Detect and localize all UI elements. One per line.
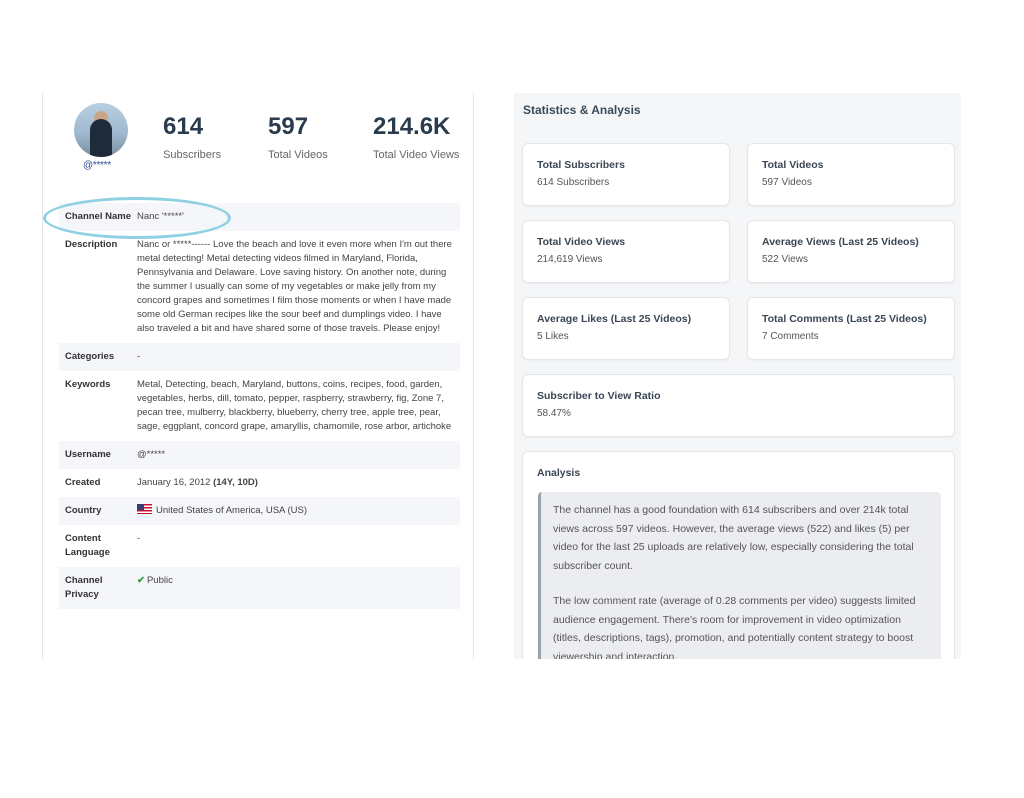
card-title: Total Videos — [762, 159, 824, 171]
card-value: 597 Videos — [762, 177, 812, 188]
card-average-views: Average Views (Last 25 Videos) 522 Views — [747, 220, 955, 283]
stat-videos: 597 Total Videos — [268, 113, 328, 161]
created-age: (14Y, 10D) — [213, 477, 258, 488]
check-icon: ✔ — [137, 575, 145, 586]
row-key: Keywords — [65, 379, 111, 390]
card-title: Average Likes (Last 25 Videos) — [537, 313, 692, 325]
channel-handle[interactable]: @***** — [83, 160, 111, 171]
row-key: Country — [65, 505, 102, 516]
profile-header: @***** 614 Subscribers 597 Total Videos … — [43, 93, 473, 203]
stat-subscribers: 614 Subscribers — [163, 113, 221, 161]
avatar[interactable] — [74, 103, 128, 157]
stat-views-label: Total Video Views — [373, 149, 460, 161]
row-value: - — [137, 533, 141, 544]
card-value: 58.47% — [537, 408, 571, 419]
card-total-subscribers: Total Subscribers 614 Subscribers — [522, 143, 730, 206]
row-channel-name: Channel Name Nanc '*****' — [59, 203, 460, 231]
row-description: Description Nanc or *****------ Love the… — [59, 231, 460, 343]
row-value: Metal, Detecting, beach, Maryland, butto… — [137, 379, 452, 432]
card-value: 7 Comments — [762, 331, 819, 342]
stat-views-value: 214.6K — [373, 113, 451, 140]
statistics-title: Statistics & Analysis — [523, 103, 641, 117]
card-analysis: Analysis The channel has a good foundati… — [522, 451, 955, 659]
country-name: United States of America, USA (US) — [156, 505, 308, 516]
avatar-figure — [90, 119, 112, 157]
row-keywords: Keywords Metal, Detecting, beach, Maryla… — [59, 371, 460, 441]
analysis-paragraph: The low comment rate (average of 0.28 co… — [553, 595, 916, 659]
row-value: Nanc '*****' — [137, 211, 184, 222]
row-value: January 16, 2012 (14Y, 10D) — [137, 476, 454, 490]
card-title: Total Video Views — [537, 236, 626, 248]
row-value: ✔ Public — [137, 574, 454, 602]
row-value: Nanc or *****------ Love the beach and l… — [137, 239, 452, 334]
page: @***** 614 Subscribers 597 Total Videos … — [0, 0, 1024, 798]
row-key: Categories — [65, 351, 115, 362]
stat-subscribers-label: Subscribers — [163, 149, 222, 161]
row-username: Username @***** — [59, 441, 460, 469]
row-key: Username — [65, 449, 111, 460]
row-key: Description — [65, 239, 118, 250]
stat-views: 214.6K Total Video Views — [373, 113, 459, 161]
row-key: Created — [65, 477, 101, 488]
card-title: Total Subscribers — [537, 159, 625, 171]
stat-videos-label: Total Videos — [268, 149, 328, 161]
row-categories: Categories - — [59, 343, 460, 371]
username-link[interactable]: @***** — [137, 448, 454, 462]
row-country: Country United States of America, USA (U… — [59, 497, 460, 525]
analysis-paragraph: The channel has a good foundation with 6… — [553, 504, 914, 572]
us-flag-icon — [137, 504, 152, 514]
row-key: Channel Name — [65, 211, 131, 222]
row-value: - — [137, 351, 141, 362]
row-content-language: Content Language - — [59, 525, 460, 567]
statistics-panel: Statistics & Analysis Total Subscribers … — [514, 93, 961, 659]
card-title: Average Views (Last 25 Videos) — [762, 236, 919, 248]
row-key: Channel Privacy — [65, 575, 103, 600]
channel-info-panel: @***** 614 Subscribers 597 Total Videos … — [42, 93, 474, 659]
channel-details-table: Channel Name Nanc '*****' Description Na… — [59, 203, 460, 609]
card-value: 5 Likes — [537, 331, 569, 342]
card-title: Subscriber to View Ratio — [537, 390, 661, 402]
card-total-videos: Total Videos 597 Videos — [747, 143, 955, 206]
card-value: 614 Subscribers — [537, 177, 610, 188]
row-channel-privacy: Channel Privacy ✔ Public — [59, 567, 460, 609]
row-key: Content Language — [65, 533, 110, 558]
card-average-likes: Average Likes (Last 25 Videos) 5 Likes — [522, 297, 730, 360]
card-total-comments: Total Comments (Last 25 Videos) 7 Commen… — [747, 297, 955, 360]
analysis-title: Analysis — [537, 467, 581, 479]
card-subscriber-view-ratio: Subscriber to View Ratio 58.47% — [522, 374, 955, 437]
card-total-video-views: Total Video Views 214,619 Views — [522, 220, 730, 283]
row-created: Created January 16, 2012 (14Y, 10D) — [59, 469, 460, 497]
stat-videos-value: 597 — [268, 113, 309, 140]
privacy-value: Public — [146, 575, 173, 586]
card-value: 214,619 Views — [537, 254, 603, 265]
card-value: 522 Views — [762, 254, 808, 265]
created-date: January 16, 2012 — [137, 477, 211, 488]
row-value: United States of America, USA (US) — [137, 504, 454, 518]
card-title: Total Comments (Last 25 Videos) — [762, 313, 927, 325]
stat-subscribers-value: 614 — [163, 113, 204, 140]
analysis-text-box: The channel has a good foundation with 6… — [538, 492, 941, 659]
